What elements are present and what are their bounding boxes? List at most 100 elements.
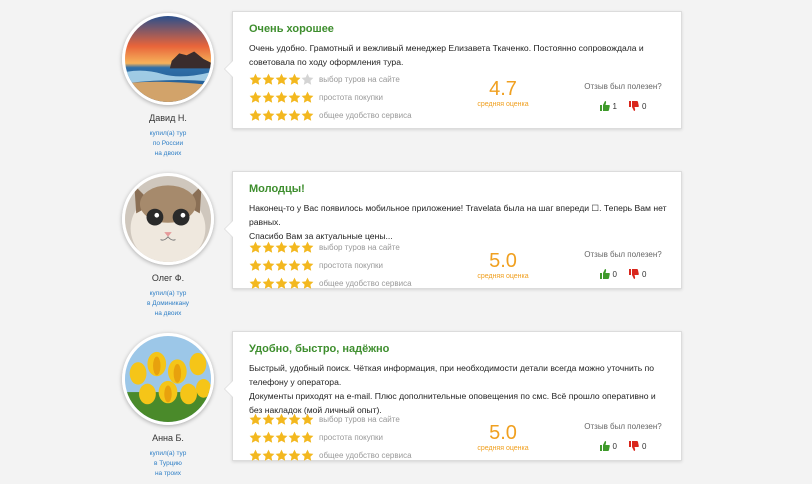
- like-count: 1: [612, 101, 617, 111]
- score-label: средняя оценка: [477, 273, 529, 280]
- dislike-button[interactable]: 0: [629, 441, 646, 451]
- author-name: Олег Ф.: [151, 273, 185, 283]
- star-icon: [262, 109, 275, 122]
- star-icon: [249, 109, 262, 122]
- rating-label: общее удобство сервиса: [319, 110, 412, 120]
- star-icon: [249, 277, 262, 290]
- average-score: 5.0 средняя оценка: [473, 250, 533, 280]
- rating-label: общее удобство сервиса: [319, 450, 412, 460]
- star-icon: [301, 73, 314, 86]
- author-meta[interactable]: купил(а) тур по России на двоих: [122, 129, 214, 159]
- star-icon: [275, 109, 288, 122]
- dislike-button[interactable]: 0: [629, 269, 646, 279]
- tulips-photo: [125, 336, 211, 422]
- star-icon: [262, 241, 275, 254]
- review-paragraph: Быстрый, удобный поиск. Чёткая информаци…: [249, 363, 655, 387]
- helpful-block: Отзыв был полезен? 1 0: [573, 82, 673, 111]
- review-author: Анна Б. купил(а) тур в Турцию на троих: [122, 333, 214, 479]
- author-meta-line: в Доминикану: [146, 300, 190, 307]
- rating-row: выбор туров на сайте: [249, 240, 412, 254]
- star-icon: [275, 431, 288, 444]
- review-paragraph: Очень удобно. Грамотный и вежливый менед…: [249, 43, 644, 67]
- like-button[interactable]: 0: [599, 269, 617, 279]
- rating-label: простота покупки: [319, 92, 383, 102]
- review-paragraph: Наконец-то у Вас появилось мобильное при…: [249, 203, 667, 227]
- stars: [249, 413, 314, 426]
- helpful-question: Отзыв был полезен?: [584, 422, 662, 431]
- star-icon: [301, 431, 314, 444]
- rating-label: выбор туров на сайте: [319, 414, 400, 424]
- star-icon: [249, 449, 262, 462]
- author-meta-line: купил(а) тур: [149, 130, 187, 137]
- score-label: средняя оценка: [477, 101, 529, 108]
- helpful-question: Отзыв был полезен?: [584, 250, 662, 259]
- star-icon: [262, 259, 275, 272]
- star-icon: [262, 449, 275, 462]
- dislike-count: 0: [642, 269, 647, 279]
- rating-label: выбор туров на сайте: [319, 242, 400, 252]
- author-meta[interactable]: купил(а) тур в Доминикану на двоих: [122, 289, 214, 319]
- score-value: 5.0: [489, 250, 517, 272]
- average-score: 5.0 средняя оценка: [473, 422, 533, 452]
- author-meta-line: купил(а) тур: [149, 450, 187, 457]
- star-icon: [288, 241, 301, 254]
- rating-row: общее удобство сервиса: [249, 448, 412, 462]
- dislike-count: 0: [642, 441, 647, 451]
- score-value: 5.0: [489, 422, 517, 444]
- kitten-photo: [125, 176, 211, 262]
- rating-list: выбор туров на сайте простота покупки об…: [249, 72, 412, 126]
- star-icon: [262, 277, 275, 290]
- review-author: Олег Ф. купил(а) тур в Доминикану на дво…: [122, 173, 214, 319]
- like-count: 0: [612, 441, 617, 451]
- star-icon: [249, 413, 262, 426]
- review-text: Быстрый, удобный поиск. Чёткая информаци…: [249, 361, 669, 417]
- star-icon: [301, 109, 314, 122]
- author-meta-line: в Турцию: [154, 460, 182, 467]
- votes: 1 0: [573, 101, 673, 111]
- avatar: [122, 13, 214, 105]
- star-icon: [288, 449, 301, 462]
- rating-row: простота покупки: [249, 90, 412, 104]
- stars: [249, 241, 314, 254]
- review-title: Молодцы!: [249, 183, 305, 195]
- like-button[interactable]: 0: [599, 441, 617, 451]
- star-icon: [262, 413, 275, 426]
- author-meta-line: на троих: [154, 470, 182, 477]
- star-icon: [249, 241, 262, 254]
- stars: [249, 277, 314, 290]
- thumbs-up-icon: [599, 269, 610, 279]
- review-author: Давид Н. купил(а) тур по России на двоих: [122, 13, 214, 159]
- like-button[interactable]: 1: [599, 101, 617, 111]
- rating-label: выбор туров на сайте: [319, 74, 400, 84]
- rating-label: общее удобство сервиса: [319, 278, 412, 288]
- votes: 0 0: [573, 269, 673, 279]
- star-icon: [249, 431, 262, 444]
- star-icon: [275, 73, 288, 86]
- thumbs-up-icon: [599, 101, 610, 111]
- star-icon: [249, 73, 262, 86]
- sunset-beach-photo: [125, 16, 211, 102]
- author-meta[interactable]: купил(а) тур в Турцию на троих: [122, 449, 214, 479]
- score-value: 4.7: [489, 78, 517, 100]
- stars: [249, 259, 314, 272]
- thumbs-up-icon: [599, 441, 610, 451]
- rating-label: простота покупки: [319, 260, 383, 270]
- star-icon: [275, 277, 288, 290]
- star-icon: [275, 449, 288, 462]
- author-name: Анна Б.: [152, 433, 184, 443]
- star-icon: [301, 449, 314, 462]
- stars: [249, 73, 314, 86]
- helpful-block: Отзыв был полезен? 0 0: [573, 250, 673, 279]
- star-icon: [262, 431, 275, 444]
- star-icon: [288, 431, 301, 444]
- author-meta-line: на двоих: [154, 150, 182, 157]
- like-count: 0: [612, 269, 617, 279]
- rating-row: выбор туров на сайте: [249, 72, 412, 86]
- rating-list: выбор туров на сайте простота покупки об…: [249, 240, 412, 294]
- star-icon: [288, 91, 301, 104]
- star-icon: [262, 91, 275, 104]
- rating-row: общее удобство сервиса: [249, 276, 412, 290]
- rating-row: общее удобство сервиса: [249, 108, 412, 122]
- review-card: Молодцы! Наконец-то у Вас появилось моби…: [224, 171, 682, 289]
- dislike-button[interactable]: 0: [629, 101, 646, 111]
